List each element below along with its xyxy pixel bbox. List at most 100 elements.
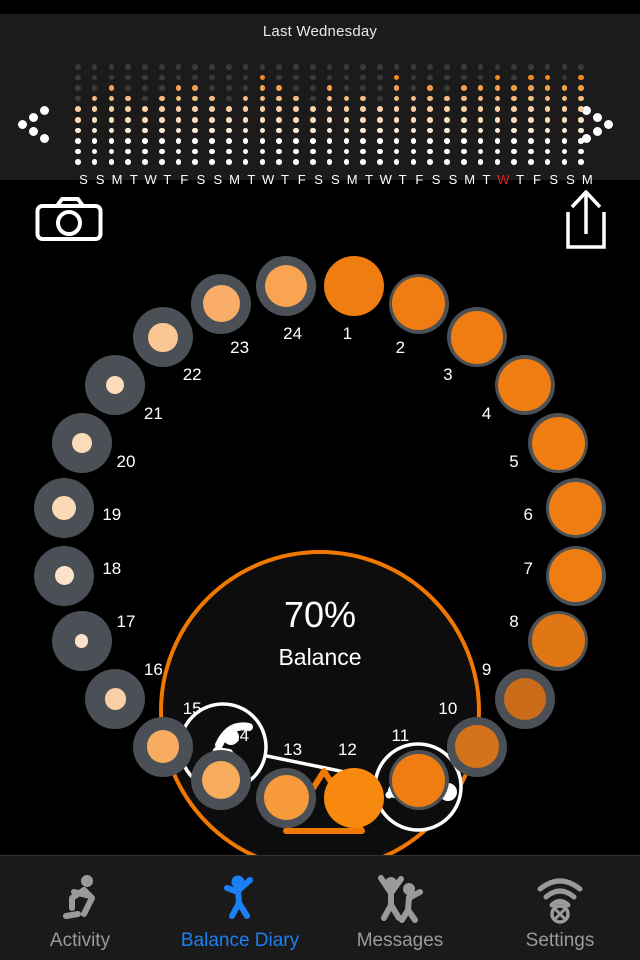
dial-day-node[interactable] — [323, 767, 384, 828]
matrix-dot — [192, 74, 199, 81]
bottom-tab-bar: Activity Balance Diary Messages Settings — [0, 855, 640, 960]
matrix-dot — [494, 116, 501, 123]
day-label: M — [464, 172, 476, 187]
dial-day-node[interactable] — [545, 545, 606, 606]
day-label: M — [581, 172, 593, 187]
dial-node-ring — [323, 767, 384, 828]
dial-day-node[interactable] — [51, 610, 112, 671]
day-label: S — [549, 172, 559, 187]
matrix-dot — [360, 85, 366, 91]
dial-day-node[interactable] — [256, 767, 317, 828]
history-dot-matrix — [75, 62, 595, 168]
matrix-dot — [209, 138, 215, 144]
matrix-dot — [444, 74, 450, 81]
matrix-dot — [377, 138, 383, 144]
dial-node-label: 9 — [481, 659, 492, 679]
matrix-dot — [91, 74, 98, 81]
dial-day-node[interactable] — [34, 478, 95, 539]
matrix-dot — [528, 116, 534, 123]
matrix-dot — [511, 85, 517, 91]
history-title: Last Wednesday — [262, 23, 378, 40]
matrix-dot — [427, 127, 433, 134]
matrix-dot — [477, 106, 484, 112]
matrix-dot — [578, 106, 585, 112]
matrix-dot — [75, 106, 81, 112]
dial-day-node[interactable] — [51, 413, 112, 474]
matrix-dot — [276, 106, 282, 112]
matrix-dot — [108, 85, 115, 91]
dial-day-node[interactable] — [323, 256, 384, 317]
matrix-dot — [477, 64, 484, 70]
dial-day-node[interactable] — [191, 273, 252, 334]
dial-node-fill — [392, 277, 446, 331]
day-label: M — [346, 172, 358, 187]
dial-node-label: 12 — [337, 740, 357, 760]
matrix-dot — [544, 85, 551, 91]
dial-day-node[interactable] — [494, 354, 555, 415]
dial-day-node[interactable] — [528, 610, 589, 671]
matrix-dot — [494, 95, 501, 102]
matrix-dot — [158, 159, 165, 165]
matrix-dot — [309, 95, 316, 102]
matrix-dot — [192, 116, 199, 123]
matrix-dot — [561, 116, 568, 123]
matrix-dot — [528, 159, 534, 165]
matrix-dot — [377, 85, 383, 91]
tab-activity[interactable]: Activity — [0, 856, 160, 960]
previous-week-button[interactable] — [18, 104, 60, 146]
matrix-dot — [494, 148, 501, 155]
matrix-dot — [561, 138, 568, 144]
day-label: T — [364, 172, 373, 187]
matrix-dot — [561, 85, 568, 91]
matrix-dot — [108, 64, 115, 70]
dial-day-node[interactable] — [34, 545, 95, 606]
matrix-dot — [511, 106, 517, 112]
dial-day-node[interactable] — [528, 413, 589, 474]
dial-day-node[interactable] — [388, 273, 449, 334]
matrix-dot — [142, 85, 148, 91]
dial-node-label: 19 — [102, 504, 122, 524]
dial-day-node[interactable] — [132, 307, 193, 368]
tab-messages[interactable]: Messages — [320, 856, 480, 960]
dial-node-label: 24 — [283, 323, 303, 343]
matrix-dot — [444, 106, 450, 112]
matrix-dot — [175, 95, 182, 102]
matrix-dot — [360, 95, 366, 102]
matrix-dot — [494, 159, 501, 165]
matrix-dot — [544, 74, 551, 81]
tab-settings[interactable]: Settings — [480, 856, 640, 960]
matrix-dot — [511, 148, 517, 155]
dial-day-node[interactable] — [256, 256, 317, 317]
dial-day-node[interactable] — [447, 716, 508, 777]
jumping-figure-icon — [214, 872, 266, 924]
status-bar — [0, 0, 640, 14]
matrix-dot — [377, 106, 383, 112]
matrix-dot — [444, 138, 450, 144]
matrix-dot — [209, 116, 215, 123]
tab-balance-diary[interactable]: Balance Diary — [160, 856, 320, 960]
day-label: W — [497, 172, 510, 187]
matrix-dot — [142, 116, 148, 123]
matrix-dot — [377, 74, 383, 81]
matrix-dot — [91, 127, 98, 134]
dial-day-node[interactable] — [545, 478, 606, 539]
dial-node-ring — [545, 545, 606, 606]
matrix-dot — [578, 95, 585, 102]
dial-day-node[interactable] — [388, 750, 449, 811]
dial-day-node[interactable] — [191, 750, 252, 811]
dial-day-node[interactable] — [85, 669, 146, 730]
matrix-dot — [91, 85, 98, 91]
matrix-dot — [326, 64, 333, 70]
matrix-row — [75, 136, 595, 147]
matrix-dot — [209, 74, 215, 81]
day-label: S — [448, 172, 458, 187]
matrix-dot — [226, 138, 232, 144]
matrix-dot — [226, 148, 232, 155]
balance-summary-ring[interactable]: 70% Balance — [159, 550, 481, 872]
dial-node-fill — [549, 481, 603, 535]
matrix-dot — [158, 148, 165, 155]
matrix-dot — [242, 74, 249, 81]
matrix-dot — [494, 74, 501, 81]
matrix-dot — [528, 85, 534, 91]
day-label: F — [532, 172, 541, 187]
